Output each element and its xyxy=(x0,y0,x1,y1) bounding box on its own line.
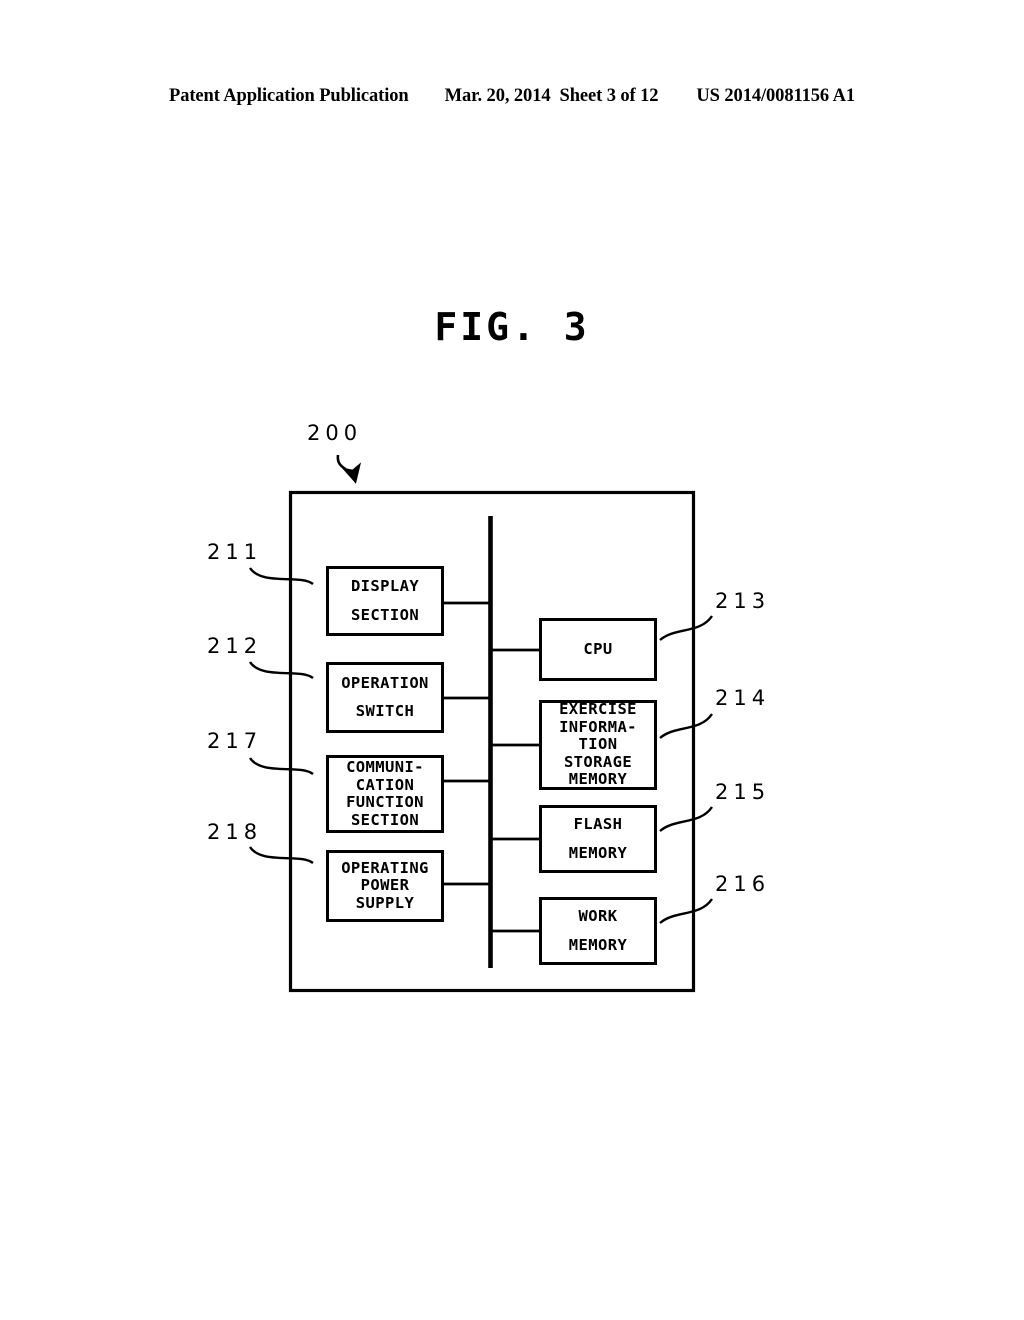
refnum-216: 216 xyxy=(715,872,771,896)
leader-line-218 xyxy=(249,846,314,865)
block-cpu[interactable]: CPU xyxy=(539,618,657,681)
block-operation-switch-line-2: SWITCH xyxy=(355,702,415,720)
leader-line-217 xyxy=(249,757,314,776)
header-date-text: Mar. 20, 2014 xyxy=(444,86,551,106)
leader-line-211 xyxy=(249,567,314,586)
block-work-memory-line-2: MEMORY xyxy=(568,935,628,954)
block-diagram xyxy=(0,0,1024,1320)
block-work-memory[interactable]: WORK MEMORY xyxy=(539,897,657,965)
refnum-215: 215 xyxy=(715,780,771,804)
block-exercise-memory-line-5: MEMORY xyxy=(568,770,628,789)
block-power-supply-line-2: POWER xyxy=(360,876,410,895)
page-header: Patent Application Publication Mar. 20, … xyxy=(0,86,1024,116)
block-operation-switch[interactable]: OPERATION SWITCH xyxy=(326,662,444,733)
leader-line-213 xyxy=(659,615,713,641)
refnum-218: 218 xyxy=(207,820,263,844)
block-cpu-line-1: CPU xyxy=(583,639,613,658)
block-flash-memory-line-2: MEMORY xyxy=(568,843,628,862)
block-power-supply-line-1: OPERATING xyxy=(341,858,429,877)
block-exercise-memory-line-4: STORAGE xyxy=(563,752,633,771)
refnum-211: 211 xyxy=(207,540,263,564)
block-communication-function-section[interactable]: COMMUNI- CATION FUNCTION SECTION xyxy=(326,755,444,833)
block-power-supply-line-3: SUPPLY xyxy=(355,893,415,912)
leader-line-212 xyxy=(249,661,314,680)
leader-line-214 xyxy=(659,713,713,739)
leader-line-200 xyxy=(336,454,362,484)
header-sheet-text: Sheet 3 of 12 xyxy=(559,86,659,106)
block-display-section-line-1: DISPLAY xyxy=(350,577,420,595)
diagram-linework xyxy=(249,454,713,993)
block-communication-line-1: COMMUNI- xyxy=(346,758,424,776)
leader-line-216 xyxy=(659,898,713,924)
block-flash-memory-line-1: FLASH xyxy=(573,815,623,833)
block-communication-line-2: CATION xyxy=(355,775,415,794)
block-communication-line-4: SECTION xyxy=(350,810,420,829)
block-operating-power-supply[interactable]: OPERATING POWER SUPPLY xyxy=(326,850,444,922)
block-communication-line-3: FUNCTION xyxy=(346,793,424,811)
block-operation-switch-line-1: OPERATION xyxy=(341,673,429,692)
refnum-214: 214 xyxy=(715,686,771,710)
figure-title: FIG. 3 xyxy=(434,305,590,349)
block-display-section[interactable]: DISPLAY SECTION xyxy=(326,566,444,636)
block-display-section-line-2: SECTION xyxy=(350,605,420,624)
leader-line-215 xyxy=(659,806,713,832)
header-publication-text: Patent Application Publication xyxy=(169,86,409,106)
refnum-217: 217 xyxy=(207,729,263,753)
block-exercise-memory-line-1: EXERCISE xyxy=(559,700,637,719)
refnum-200: 200 xyxy=(307,421,363,445)
block-exercise-information-storage-memory[interactable]: EXERCISE INFORMA- TION STORAGE MEMORY xyxy=(539,700,657,790)
block-work-memory-line-1: WORK xyxy=(578,907,618,925)
block-flash-memory[interactable]: FLASH MEMORY xyxy=(539,805,657,873)
block-exercise-memory-line-3: TION xyxy=(578,735,618,754)
header-patent-number: US 2014/0081156 A1 xyxy=(696,86,855,106)
refnum-213: 213 xyxy=(715,589,771,613)
refnum-212: 212 xyxy=(207,634,263,658)
block-exercise-memory-line-2: INFORMA- xyxy=(559,717,637,736)
